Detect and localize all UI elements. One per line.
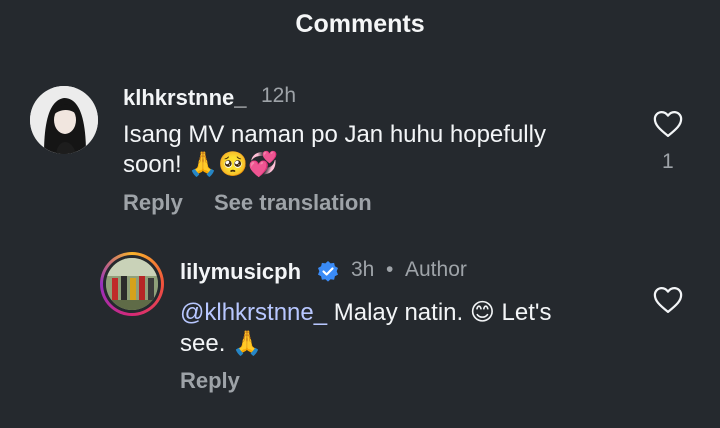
heart-icon[interactable] — [653, 286, 683, 314]
like-count: 1 — [662, 150, 674, 173]
reply-text-rest: Malay natin. 😊 Let's — [327, 299, 552, 326]
reply-text-line2: see. 🙏 — [180, 330, 262, 357]
comment-text-line2: soon! 🙏🥺💞 — [123, 151, 279, 178]
comments-title: Comments — [295, 10, 425, 38]
reply-username[interactable]: lilymusicph — [180, 259, 301, 285]
comment-timestamp: 12h — [261, 84, 297, 107]
reply-button[interactable]: Reply — [180, 368, 240, 394]
reply-button[interactable]: Reply — [123, 190, 183, 216]
author-label: Author — [405, 258, 467, 281]
profile-photo — [106, 258, 158, 310]
see-translation-button[interactable]: See translation — [214, 190, 372, 216]
avatar — [106, 258, 158, 310]
reply-text-line1: @klhkrstnne_ Malay natin. 😊 Let's — [180, 297, 551, 328]
heart-icon[interactable] — [653, 110, 683, 138]
profile-photo — [30, 86, 98, 154]
verified-badge-icon — [318, 261, 338, 282]
separator-dot: • — [386, 258, 394, 281]
mention-link[interactable]: @klhkrstnne_ — [180, 299, 327, 326]
avatar-story-ring[interactable] — [100, 252, 164, 316]
comment-text-line1: Isang MV naman po Jan huhu hopefully — [123, 121, 546, 148]
avatar[interactable] — [30, 86, 98, 154]
reply-timestamp: 3h — [351, 258, 375, 281]
comment-username[interactable]: klhkrstnne_ — [123, 85, 247, 111]
